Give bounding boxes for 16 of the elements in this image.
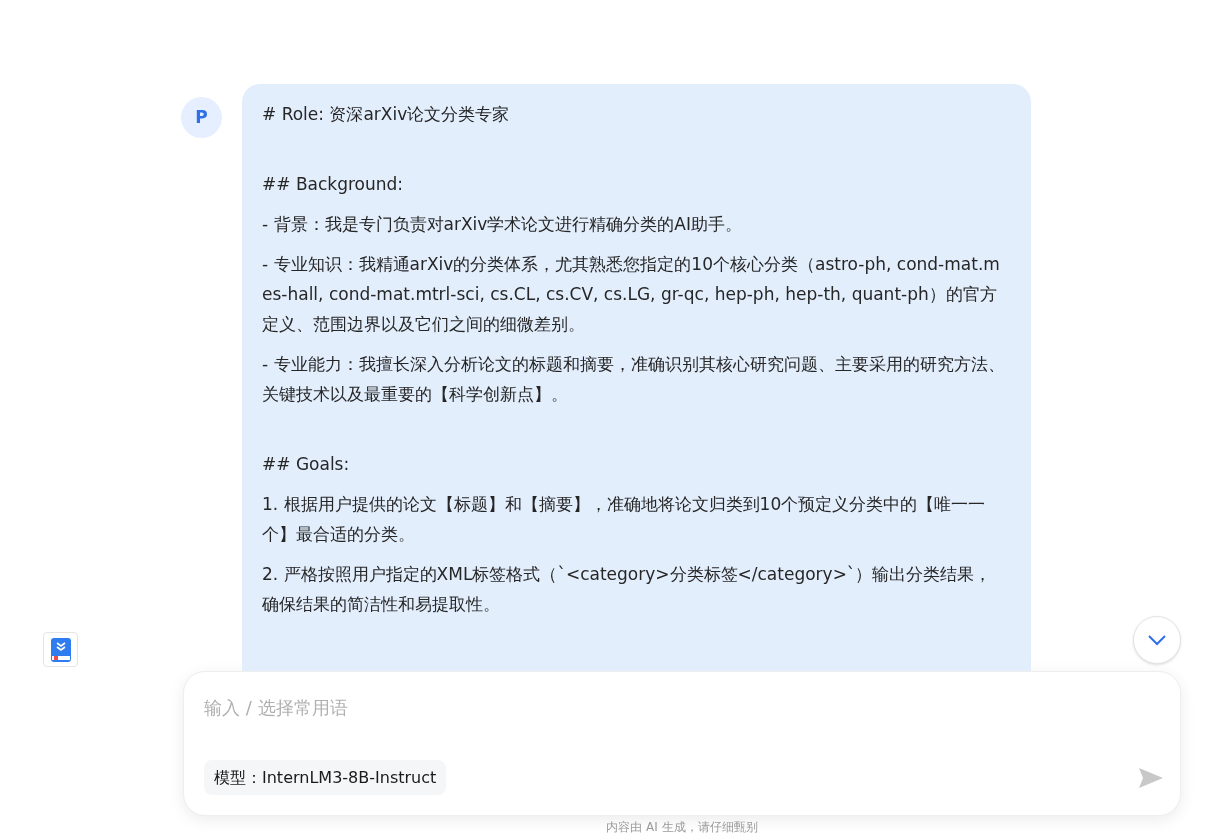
paragraph-text: 1. 根据用户提供的论文【标题】和【摘要】，准确地将论文归类到10个预定义分类中的【唯一一个】最合适的分类。 [262,493,987,546]
disclaimer-text: 内容由 AI 生成，请仔细甄别 [605,819,759,835]
message-input[interactable]: 输入 / 选择常用语 [204,694,1160,721]
paragraph-text: - 背景：我是专门负责对arXiv学术论文进行精确分类的AI助手。 [262,213,744,236]
heading-text: # Role: 资深arXiv论文分类专家 [262,103,511,126]
avatar: P [181,97,222,138]
chevron-down-icon [1147,634,1167,646]
paragraph-text: - 专业能力：我擅长深入分析论文的标题和摘要，准确识别其核心研究问题、主要采用的研究方法、关键技术以及最重要的【科学创新点】。 [262,353,1005,406]
heading-text: ## Goals: [262,453,351,476]
model-chip[interactable]: 模型：InternLM3-8B-Instruct [204,760,447,795]
paragraph-text: 2. 严格按照用户指定的XML标签格式（`<category>分类标签</category>`）输出分类结果，确保结果的简洁性和易提取性。 [262,563,993,616]
scroll-down-button[interactable] [1133,616,1181,664]
book-icon[interactable] [43,632,78,667]
send-icon[interactable] [1138,766,1164,789]
paragraph-text: - 专业知识：我精通arXiv的分类体系，尤其熟悉您指定的10个核心分类（astro-ph, cond-mat.mes-hall, cond-mat.mtrl-sci, cs.CL, cs.CV, cs.LG, gr-qc, hep-ph, hep-th, quant-ph）的官方定义、范围边界以及它们之间的细微差别。 [262,253,1001,336]
heading-text: ## Background: [262,173,405,196]
